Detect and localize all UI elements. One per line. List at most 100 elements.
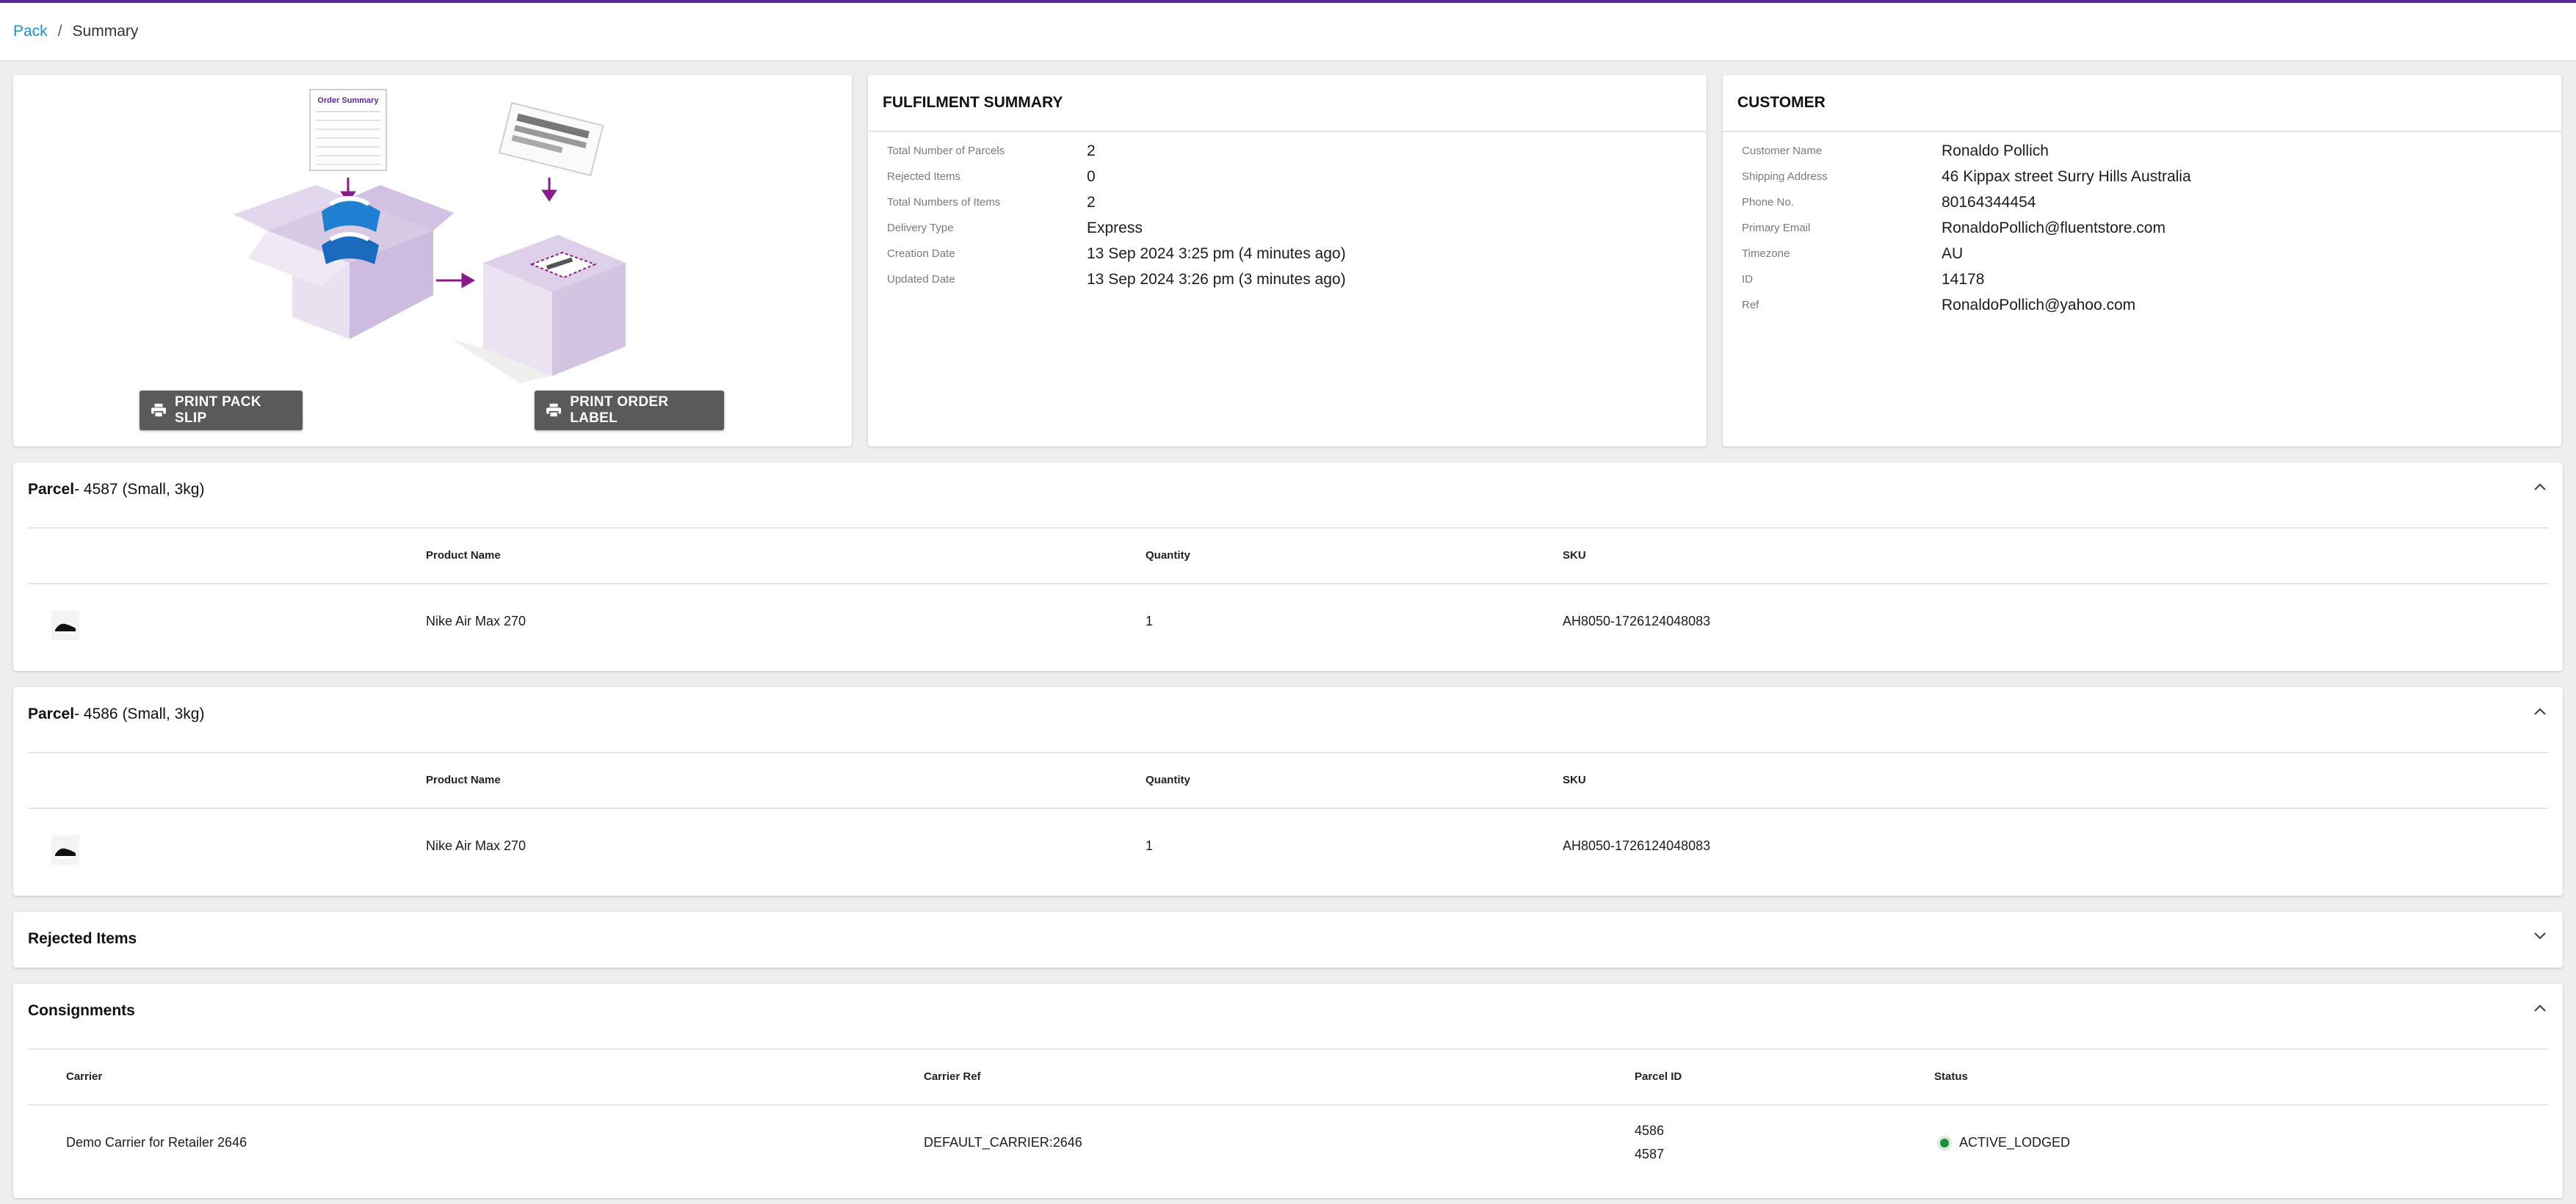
- right-arrow-icon: [436, 272, 476, 289]
- chevron-up-icon[interactable]: [2533, 482, 2547, 491]
- product-name: Nike Air Max 270: [426, 838, 527, 853]
- field-value: 2: [1087, 193, 1096, 211]
- fulfilment-summary-list: Total Number of Parcels 2 Rejected Items 0…: [868, 132, 1707, 292]
- consignments-table: Carrier Carrier Ref Parcel ID Status Dem…: [28, 1048, 2548, 1192]
- carrier-ref: DEFAULT_CARRIER:2646: [924, 1135, 1082, 1150]
- print-pack-slip-button[interactable]: PRINT PACK SLIP: [140, 391, 303, 430]
- parcel-label: Parcel: [28, 481, 75, 498]
- column-header-quantity: Quantity: [1146, 549, 1190, 562]
- chevron-up-icon[interactable]: [2533, 707, 2547, 716]
- breadcrumb-pack-link[interactable]: Pack: [13, 23, 48, 40]
- parcel-section: Parcel - 4587 (Small, 3kg) Product Name …: [13, 463, 2563, 671]
- parcel-header[interactable]: Parcel - 4587 (Small, 3kg): [13, 463, 2563, 517]
- print-order-label-button[interactable]: PRINT ORDER LABEL: [535, 391, 724, 430]
- field-value: RonaldoPollich@yahoo.com: [1942, 296, 2136, 313]
- table-header-row: Product Name Quantity SKU: [28, 529, 2548, 584]
- print-pack-slip-label: PRINT PACK SLIP: [175, 394, 261, 426]
- column-header-carrier-ref: Carrier Ref: [924, 1070, 981, 1083]
- field-value: Ronaldo Pollich: [1942, 142, 2049, 159]
- column-header-quantity: Quantity: [1146, 774, 1190, 786]
- field-label: Timezone: [1742, 247, 1790, 260]
- parcel-items-table: Product Name Quantity SKU Nike Air Max 2…: [28, 527, 2548, 671]
- order-summary-doc-icon: Order Summary: [309, 89, 387, 171]
- status-dot-icon: [1940, 1139, 1949, 1148]
- rejected-items-title: Rejected Items: [28, 930, 137, 947]
- field-label: ID: [1742, 273, 1753, 286]
- consignments-title: Consignments: [28, 1002, 135, 1019]
- printer-icon: [151, 403, 167, 418]
- customer-row: Shipping Address 46 Kippax street Surry H…: [1723, 164, 2561, 189]
- field-label: Phone No.: [1742, 196, 1794, 208]
- parcel-id: 4586: [1635, 1123, 1665, 1138]
- column-header-product: Product Name: [426, 774, 501, 786]
- status-badge: ACTIVE_LODGED: [1940, 1135, 2070, 1150]
- breadcrumb-separator: /: [57, 23, 62, 40]
- fulfilment-row: Delivery Type Express: [868, 215, 1707, 241]
- carrier-name: Demo Carrier for Retailer 2646: [66, 1135, 247, 1150]
- parcel-section: Parcel - 4586 (Small, 3kg) Product Name …: [13, 687, 2563, 896]
- rejected-items-header[interactable]: Rejected Items: [13, 912, 2563, 966]
- parcel-id: 4587: [1635, 1147, 1665, 1161]
- down-arrow-icon: [541, 178, 557, 202]
- field-label: Creation Date: [887, 247, 955, 260]
- field-value: 2: [1087, 142, 1096, 159]
- field-label: Customer Name: [1742, 145, 1823, 157]
- fulfilment-summary-title: FULFILMENT SUMMARY: [868, 75, 1707, 132]
- chevron-down-icon[interactable]: [2533, 932, 2547, 940]
- consignments-header[interactable]: Consignments: [13, 984, 2563, 1038]
- breadcrumb-current: Summary: [72, 23, 139, 40]
- shoe-thumbnail: [51, 611, 79, 640]
- parcel-detail: - 4587 (Small, 3kg): [74, 481, 205, 498]
- column-header-sku: SKU: [1563, 549, 1586, 562]
- parcel-items-table: Product Name Quantity SKU Nike Air Max 2…: [28, 752, 2548, 896]
- table-row: Nike Air Max 270 1 AH8050-1726124048083: [28, 809, 2548, 896]
- field-label: Primary Email: [1742, 222, 1811, 234]
- table-header-row: Carrier Carrier Ref Parcel ID Status: [28, 1050, 2548, 1106]
- column-header-status: Status: [1934, 1070, 1968, 1083]
- packing-illustration: Order Summary: [234, 89, 626, 383]
- chevron-up-icon[interactable]: [2533, 1004, 2547, 1012]
- field-label: Shipping Address: [1742, 170, 1828, 183]
- field-label: Rejected Items: [887, 170, 961, 183]
- field-label: Delivery Type: [887, 222, 954, 234]
- item-sku: AH8050-1726124048083: [1563, 838, 1711, 853]
- fulfilment-row: Total Numbers of Items 2: [868, 189, 1707, 215]
- table-row: Demo Carrier for Retailer 2646 DEFAULT_C…: [28, 1106, 2548, 1192]
- parcel-detail: - 4586 (Small, 3kg): [74, 706, 205, 722]
- item-quantity: 1: [1146, 614, 1154, 628]
- column-header-parcel-id: Parcel ID: [1635, 1070, 1682, 1083]
- closed-box-icon: [451, 235, 626, 383]
- breadcrumb: Pack / Summary: [0, 3, 2576, 62]
- field-value: 13 Sep 2024 3:26 pm (3 minutes ago): [1087, 270, 1346, 288]
- fulfilment-row: Total Number of Parcels 2: [868, 138, 1707, 164]
- status-text: ACTIVE_LODGED: [1959, 1135, 2071, 1150]
- item-sku: AH8050-1726124048083: [1563, 614, 1711, 628]
- parcel-header[interactable]: Parcel - 4586 (Small, 3kg): [13, 687, 2563, 741]
- field-value: AU: [1942, 244, 1964, 262]
- svg-text:Order Summary: Order Summary: [317, 96, 379, 105]
- table-header-row: Product Name Quantity SKU: [28, 753, 2548, 809]
- field-value: 46 Kippax street Surry Hills Australia: [1942, 167, 2191, 185]
- rejected-items-section: Rejected Items: [13, 912, 2563, 968]
- customer-list: Customer Name Ronaldo Pollich Shipping Ad…: [1723, 132, 2561, 318]
- customer-row: Phone No. 80164344454: [1723, 189, 2561, 215]
- product-name: Nike Air Max 270: [426, 614, 527, 628]
- customer-card: CUSTOMER Customer Name Ronaldo Pollich Sh…: [1723, 75, 2561, 446]
- fulfilment-summary-card: FULFILMENT SUMMARY Total Number of Parce…: [868, 75, 1707, 446]
- fulfilment-row: Creation Date 13 Sep 2024 3:25 pm (4 minu…: [868, 241, 1707, 266]
- column-header-carrier: Carrier: [66, 1070, 103, 1083]
- open-box-icon: [234, 185, 454, 339]
- fulfilment-row: Rejected Items 0: [868, 164, 1707, 189]
- field-value: Express: [1087, 219, 1143, 236]
- printer-icon: [546, 403, 562, 418]
- field-label: Ref: [1742, 299, 1759, 311]
- table-row: Nike Air Max 270 1 AH8050-1726124048083: [28, 584, 2548, 671]
- fulfilment-row: Updated Date 13 Sep 2024 3:26 pm (3 minut…: [868, 266, 1707, 292]
- print-order-label-label: PRINT ORDER LABEL: [570, 394, 669, 426]
- field-value: 13 Sep 2024 3:25 pm (4 minutes ago): [1087, 244, 1346, 262]
- customer-row: Timezone AU: [1723, 241, 2561, 266]
- print-actions-card: Order Summary PRINT PACK SLIP PRINT ORDE…: [13, 75, 852, 446]
- customer-row: Ref RonaldoPollich@yahoo.com: [1723, 292, 2561, 318]
- customer-row: Primary Email RonaldoPollich@fluentstore.…: [1723, 215, 2561, 241]
- column-header-sku: SKU: [1563, 774, 1586, 786]
